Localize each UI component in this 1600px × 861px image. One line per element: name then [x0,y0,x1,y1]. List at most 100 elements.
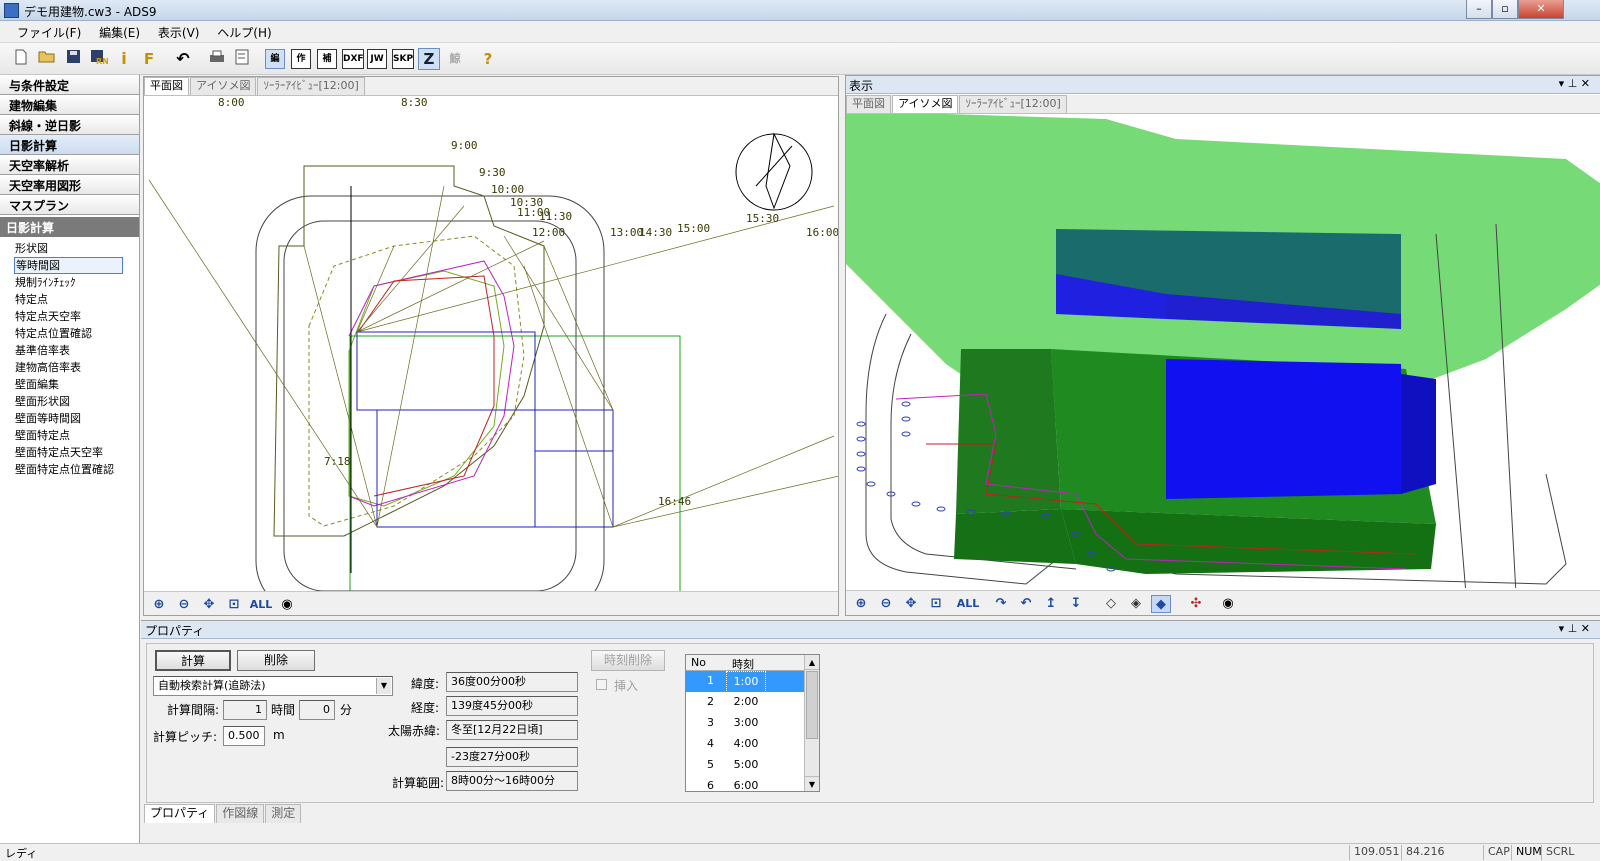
plan-canvas[interactable]: 8:00 8:30 9:00 9:30 10:00 10:30 11:00 11… [144,96,839,591]
chevron-down-icon[interactable]: ▼ [376,678,391,694]
subitem-height-ratio[interactable]: 建物高倍率表 [0,359,139,376]
scroll-down-icon[interactable]: ▼ [805,776,819,791]
subitem-wall-isochrone[interactable]: 壁面等時間図 [0,410,139,427]
print-icon[interactable] [206,48,228,70]
table-row[interactable]: 5 5:00 [686,755,804,776]
latitude-field[interactable]: 36度00分00秒 [446,672,578,692]
tab-solar-eye[interactable]: ｿｰﾗｰｱｲﾋﾞｭｰ[12:00] [257,77,365,95]
pane-controls[interactable]: ▾ ⊥ ✕ [1559,622,1590,635]
eye-icon[interactable]: ◉ [1218,595,1238,613]
subitem-point-position[interactable]: 特定点位置確認 [0,325,139,342]
nav-mass-plan[interactable]: マスプラン [0,195,139,215]
save-rn-icon[interactable]: RN [88,48,110,70]
rotate-down-icon[interactable]: ↧ [1066,595,1086,613]
table-scrollbar[interactable]: ▲ ▼ [804,655,819,791]
rotate-right-icon[interactable]: ↷ [991,595,1011,613]
menu-file[interactable]: ファイル(F) [10,21,88,44]
menu-help[interactable]: ヘルプ(H) [210,21,278,44]
nav-conditions[interactable]: 与条件設定 [0,75,139,95]
table-row[interactable]: 1 1:00 [686,671,804,693]
nav-shadow-calc[interactable]: 日影計算 [0,135,139,155]
scroll-up-icon[interactable]: ▲ [805,655,819,670]
new-file-icon[interactable] [10,48,32,70]
subitem-specific-point[interactable]: 特定点 [0,291,139,308]
longitude-field[interactable]: 139度45分00秒 [446,696,578,716]
zoom-out-icon[interactable]: ⊖ [174,596,194,614]
pane-controls[interactable]: ▾ ⊥ ✕ [1559,77,1590,90]
table-row[interactable]: 6 6:00 [686,776,804,797]
zoom-all-button[interactable]: ALL [956,595,980,613]
nav-sky-shapes[interactable]: 天空率用図形 [0,175,139,195]
info-icon[interactable]: i [113,48,135,70]
lock-button[interactable]: 鯨 [444,48,466,70]
pan-icon[interactable]: ✥ [199,596,219,614]
insert-checkbox[interactable] [596,679,607,690]
shaded-cube-icon[interactable]: ◆ [1151,595,1171,613]
tab-plan[interactable]: 平面図 [144,77,189,95]
minimize-button[interactable]: – [1466,0,1492,19]
subitem-point-sky[interactable]: 特定点天空率 [0,308,139,325]
save-icon[interactable] [62,48,84,70]
subitem-wall-shape[interactable]: 壁面形状図 [0,393,139,410]
zoom-in-icon[interactable]: ⊕ [851,595,871,613]
scroll-thumb[interactable] [806,671,818,739]
nav-sky-ratio[interactable]: 天空率解析 [0,155,139,175]
rotate-left-icon[interactable]: ↶ [1016,595,1036,613]
menu-edit[interactable]: 編集(E) [92,21,147,44]
wireframe-cube-icon[interactable]: ◇ [1101,595,1121,613]
subitem-wall-point-position[interactable]: 壁面特定点位置確認 [0,461,139,478]
rotate-up-icon[interactable]: ↥ [1041,595,1061,613]
table-row[interactable]: 4 4:00 [686,734,804,755]
tab-solar-eye[interactable]: ｿｰﾗｰｱｲﾋﾞｭｰ[12:00] [959,95,1067,113]
subitem-regline-check[interactable]: 規制ﾗｲﾝﾁｪｯｸ [0,274,139,291]
eye-icon[interactable]: ◉ [277,596,297,614]
table-row[interactable]: 3 3:00 [686,713,804,734]
subitem-wall-point-sky[interactable]: 壁面特定点天空率 [0,444,139,461]
nav-slant-shadow[interactable]: 斜線・逆日影 [0,115,139,135]
z-button[interactable]: Z [418,48,440,70]
nav-building-edit[interactable]: 建物編集 [0,95,139,115]
interval-hours-field[interactable]: 1 [223,700,267,720]
restore-button[interactable]: ▫ [1492,0,1518,19]
time-delete-button[interactable]: 時刻削除 [591,650,665,671]
subitem-wall-point[interactable]: 壁面特定点 [0,427,139,444]
zoom-window-icon[interactable]: ⊡ [224,596,244,614]
hidden-line-cube-icon[interactable]: ◈ [1126,595,1146,613]
declination-value-field[interactable]: -23度27分00秒 [446,747,578,767]
subitem-isochrone[interactable]: 等時間図 [14,257,123,274]
undo-icon[interactable]: ↶ [172,48,194,70]
dxf-button[interactable]: DXF [342,49,364,69]
tab-draw-lines[interactable]: 作図線 [216,804,265,823]
range-field[interactable]: 8時00分～16時00分 [446,771,578,791]
zoom-out-icon[interactable]: ⊖ [876,595,896,613]
zoom-window-icon[interactable]: ⊡ [926,595,946,613]
skp-button[interactable]: SKP [392,49,414,69]
interval-minutes-field[interactable]: 0 [299,700,335,720]
format-icon[interactable]: F [138,48,160,70]
orbit-icon[interactable]: ✣ [1186,595,1206,613]
calc-button[interactable]: 計算 [155,650,231,671]
tab-properties[interactable]: プロパティ [144,804,216,823]
tab-isometric[interactable]: アイソメ図 [892,95,959,113]
tab-isometric[interactable]: アイソメ図 [190,77,257,95]
method-select[interactable]: 自動検索計算(追跡法) ▼ [153,676,393,696]
table-row[interactable]: 2 2:00 [686,692,804,713]
pitch-field[interactable]: 0.500 [223,726,265,746]
mode-aux-button[interactable]: 補 [317,49,337,69]
declination-select[interactable]: 冬至[12月22日頃] [446,720,578,740]
subitem-wall-edit[interactable]: 壁面編集 [0,376,139,393]
print-preview-icon[interactable] [231,48,253,70]
close-button[interactable]: ✕ [1518,0,1564,19]
mode-edit-button[interactable]: 編 [265,49,285,69]
jw-button[interactable]: JW [367,49,387,69]
subitem-shape[interactable]: 形状図 [0,240,139,257]
iso-canvas[interactable] [846,114,1600,588]
zoom-in-icon[interactable]: ⊕ [149,596,169,614]
mode-draw-button[interactable]: 作 [291,49,311,69]
open-folder-icon[interactable] [36,48,58,70]
help-icon[interactable]: ? [477,48,499,70]
tab-plan[interactable]: 平面図 [846,95,891,113]
menu-view[interactable]: 表示(V) [151,21,207,44]
tab-measure[interactable]: 測定 [265,804,302,823]
delete-button[interactable]: 削除 [237,650,315,671]
